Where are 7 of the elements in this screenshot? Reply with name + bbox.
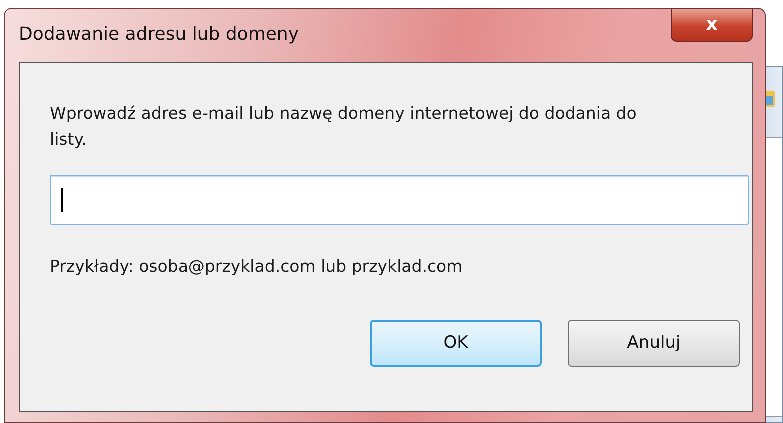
window-title: Dodawanie adresu lub domeny xyxy=(19,23,299,47)
instruction-text: Wprowadź adres e-mail lub nazwę domeny internetowej do dodania do listy. xyxy=(50,103,638,151)
cancel-button[interactable]: Anuluj xyxy=(568,320,740,367)
example-text: Przykłady: osoba@przyklad.com lub przyklad.com xyxy=(50,256,464,278)
close-button[interactable]: x xyxy=(671,8,753,42)
address-input-field[interactable] xyxy=(50,175,749,225)
ok-button[interactable]: OK xyxy=(370,320,542,367)
